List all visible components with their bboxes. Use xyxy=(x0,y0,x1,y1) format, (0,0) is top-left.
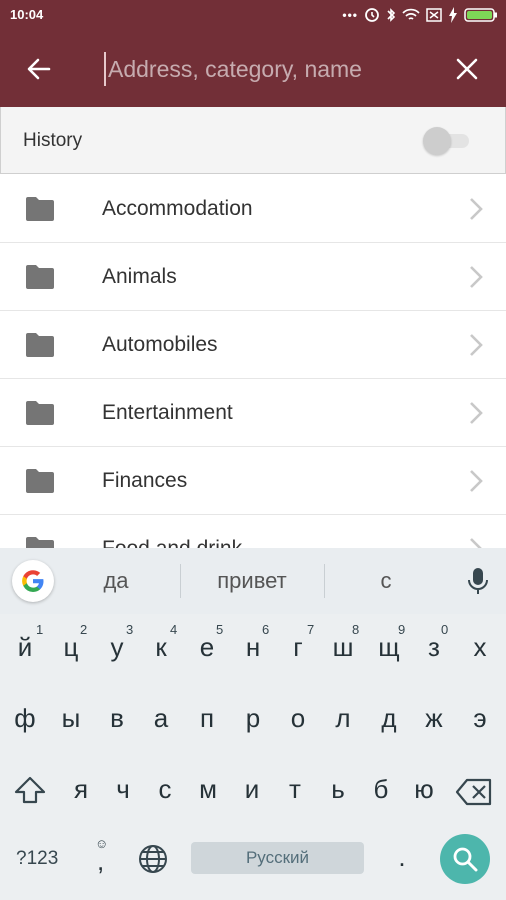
chevron-right-icon xyxy=(470,198,483,220)
wifi-icon xyxy=(402,6,420,24)
period-key[interactable]: . xyxy=(392,842,412,873)
key[interactable]: ы xyxy=(56,703,86,734)
suggestion-1[interactable]: да xyxy=(70,568,162,594)
key[interactable]: ц2 xyxy=(56,622,88,663)
soft-keyboard: да привет с й1 ц2 у3 к4 е5 н6 г7 ш8 щ9 з… xyxy=(0,548,506,900)
suggestion-2[interactable]: привет xyxy=(196,568,308,594)
comma-key[interactable]: ☺ , xyxy=(88,836,116,880)
key[interactable]: а xyxy=(146,703,176,734)
alarm-icon xyxy=(364,6,380,24)
key[interactable]: н6 xyxy=(238,622,269,663)
category-label: Entertainment xyxy=(102,401,233,424)
category-list: Accommodation Animals Automobiles Entert… xyxy=(0,175,506,548)
suggestion-3[interactable]: с xyxy=(340,568,432,594)
search-icon xyxy=(453,847,478,872)
search-input[interactable] xyxy=(104,52,434,86)
key[interactable]: и xyxy=(237,774,267,805)
key[interactable]: к4 xyxy=(146,622,177,663)
folder-icon xyxy=(26,469,54,493)
arrow-back-icon xyxy=(27,58,51,80)
symbols-key[interactable]: ?123 xyxy=(16,848,58,870)
folder-icon xyxy=(26,537,54,548)
suggestion-strip: да привет с xyxy=(0,548,506,614)
category-row-accommodation[interactable]: Accommodation xyxy=(0,175,506,243)
chevron-right-icon xyxy=(470,538,482,548)
key[interactable]: в xyxy=(102,703,132,734)
status-time: 10:04 xyxy=(10,7,44,22)
key[interactable]: п xyxy=(192,703,222,734)
bluetooth-icon xyxy=(386,6,396,24)
key[interactable]: б xyxy=(366,774,396,805)
category-label: Accommodation xyxy=(102,197,253,220)
chevron-right-icon xyxy=(470,470,483,492)
charging-icon xyxy=(448,6,458,24)
category-label: Automobiles xyxy=(102,333,218,356)
key[interactable]: д xyxy=(374,703,404,734)
folder-icon xyxy=(26,197,54,221)
key[interactable]: щ9 xyxy=(374,622,405,663)
history-row: History xyxy=(0,107,506,174)
suggestion-divider xyxy=(324,564,325,598)
clear-search-button[interactable] xyxy=(448,50,486,88)
category-row-automobiles[interactable]: Automobiles xyxy=(0,311,506,379)
key[interactable]: ю xyxy=(409,774,439,805)
google-logo-button[interactable] xyxy=(12,560,54,602)
back-button[interactable] xyxy=(20,50,58,88)
close-icon xyxy=(456,58,478,80)
chevron-right-icon xyxy=(470,402,483,424)
key[interactable]: й1 xyxy=(10,622,44,663)
category-label: Food and drink xyxy=(102,537,242,548)
history-toggle[interactable] xyxy=(423,127,469,155)
battery-icon xyxy=(464,6,498,24)
key[interactable]: я xyxy=(66,774,96,805)
folder-icon xyxy=(26,333,54,357)
key[interactable]: ж xyxy=(419,703,449,734)
key[interactable]: е5 xyxy=(192,622,223,663)
status-icons: ••• xyxy=(342,5,498,25)
key[interactable]: з0 xyxy=(419,622,449,663)
globe-icon[interactable] xyxy=(137,843,169,875)
key[interactable]: ч xyxy=(108,774,138,805)
key[interactable]: у3 xyxy=(102,622,134,663)
folder-icon xyxy=(26,265,54,289)
key[interactable]: э xyxy=(465,703,495,734)
category-row-entertainment[interactable]: Entertainment xyxy=(0,379,506,447)
key[interactable]: ш8 xyxy=(328,622,360,663)
no-sim-icon xyxy=(426,6,442,24)
folder-icon xyxy=(26,401,54,425)
search-app-bar xyxy=(0,30,506,107)
history-label: History xyxy=(23,130,83,151)
key[interactable]: г7 xyxy=(283,622,314,663)
key[interactable]: о xyxy=(283,703,313,734)
keyboard-search-button[interactable] xyxy=(440,834,490,884)
key[interactable]: х xyxy=(465,632,495,663)
key[interactable]: ф xyxy=(10,703,40,734)
space-bar[interactable]: Русский xyxy=(191,842,364,874)
key[interactable]: т xyxy=(280,774,310,805)
chevron-right-icon xyxy=(470,334,483,356)
shift-icon[interactable] xyxy=(14,776,46,806)
google-g-icon xyxy=(22,570,44,592)
category-row-finances[interactable]: Finances xyxy=(0,447,506,515)
chevron-right-icon xyxy=(470,266,483,288)
key[interactable]: м xyxy=(193,774,223,805)
key[interactable]: с xyxy=(150,774,180,805)
toggle-thumb xyxy=(423,127,451,155)
key[interactable]: ь xyxy=(323,774,353,805)
status-bar: 10:04 ••• xyxy=(0,0,506,30)
key[interactable]: р xyxy=(238,703,268,734)
backspace-icon[interactable] xyxy=(455,778,493,806)
suggestion-divider xyxy=(180,564,181,598)
category-label: Finances xyxy=(102,469,188,492)
category-row-food-and-drink[interactable]: Food and drink xyxy=(0,515,506,548)
key[interactable]: л xyxy=(328,703,358,734)
category-row-animals[interactable]: Animals xyxy=(0,243,506,311)
microphone-icon[interactable] xyxy=(466,566,490,596)
more-dots-icon: ••• xyxy=(342,8,358,22)
category-label: Animals xyxy=(102,265,177,288)
